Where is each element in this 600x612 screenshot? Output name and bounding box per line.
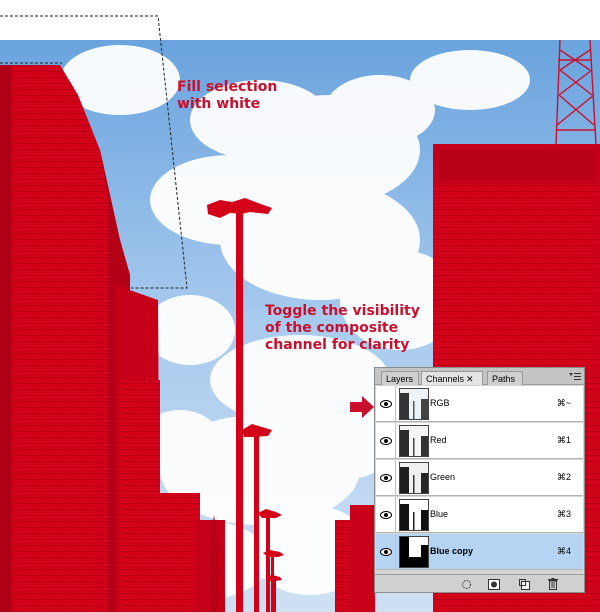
panel-footer	[375, 574, 584, 592]
channel-thumbnail	[399, 388, 429, 420]
new-channel-icon[interactable]	[518, 578, 530, 590]
channel-thumbnail	[399, 536, 429, 568]
channels-panel: Layers Channels ✕ Paths RGB ⌘~ Red ⌘1 Gr…	[374, 367, 585, 593]
visibility-eye-icon[interactable]	[376, 386, 396, 422]
load-channel-as-selection-icon[interactable]	[460, 578, 472, 590]
visibility-eye-icon[interactable]	[376, 497, 396, 533]
save-selection-as-channel-icon[interactable]	[488, 578, 500, 590]
visibility-eye-icon[interactable]	[376, 460, 396, 496]
tab-channels-label: Channels	[426, 374, 465, 384]
channel-name: Blue copy	[430, 546, 474, 556]
channel-name: Red	[430, 435, 447, 445]
channel-thumbnail	[399, 462, 429, 494]
channel-row-green[interactable]: Green ⌘2	[376, 460, 583, 496]
channel-shortcut: ⌘3	[556, 509, 571, 519]
toggle-visibility-note: Toggle the visibility of the composite c…	[265, 303, 420, 353]
channel-row-rgb[interactable]: RGB ⌘~	[376, 386, 583, 422]
channel-shortcut: ⌘1	[556, 435, 571, 445]
tab-layers[interactable]: Layers	[381, 371, 419, 385]
tab-channels[interactable]: Channels ✕	[421, 371, 483, 385]
channel-row-red[interactable]: Red ⌘1	[376, 423, 583, 459]
tab-paths[interactable]: Paths	[487, 371, 523, 385]
channel-thumbnail	[399, 425, 429, 457]
panel-tab-bar: Layers Channels ✕ Paths	[375, 368, 584, 385]
channel-shortcut: ⌘2	[556, 472, 571, 482]
visibility-eye-icon[interactable]	[376, 423, 396, 459]
channel-shortcut: ⌘4	[556, 546, 571, 556]
channel-name: RGB	[430, 398, 450, 408]
tab-paths-label: Paths	[492, 374, 516, 384]
channel-row-blue-copy[interactable]: Blue copy ⌘4	[376, 534, 583, 570]
delete-channel-icon[interactable]	[547, 578, 559, 590]
visibility-eye-icon[interactable]	[376, 534, 396, 570]
channel-name: Blue	[430, 509, 449, 519]
panel-menu-icon[interactable]	[569, 372, 581, 382]
channel-name: Green	[430, 472, 456, 482]
channel-thumbnail	[399, 499, 429, 531]
fill-selection-note: Fill selection with white	[177, 79, 278, 112]
channel-row-blue[interactable]: Blue ⌘3	[376, 497, 583, 533]
tab-layers-label: Layers	[386, 374, 414, 384]
close-icon[interactable]: ✕	[466, 374, 474, 384]
channel-shortcut: ⌘~	[556, 398, 571, 408]
